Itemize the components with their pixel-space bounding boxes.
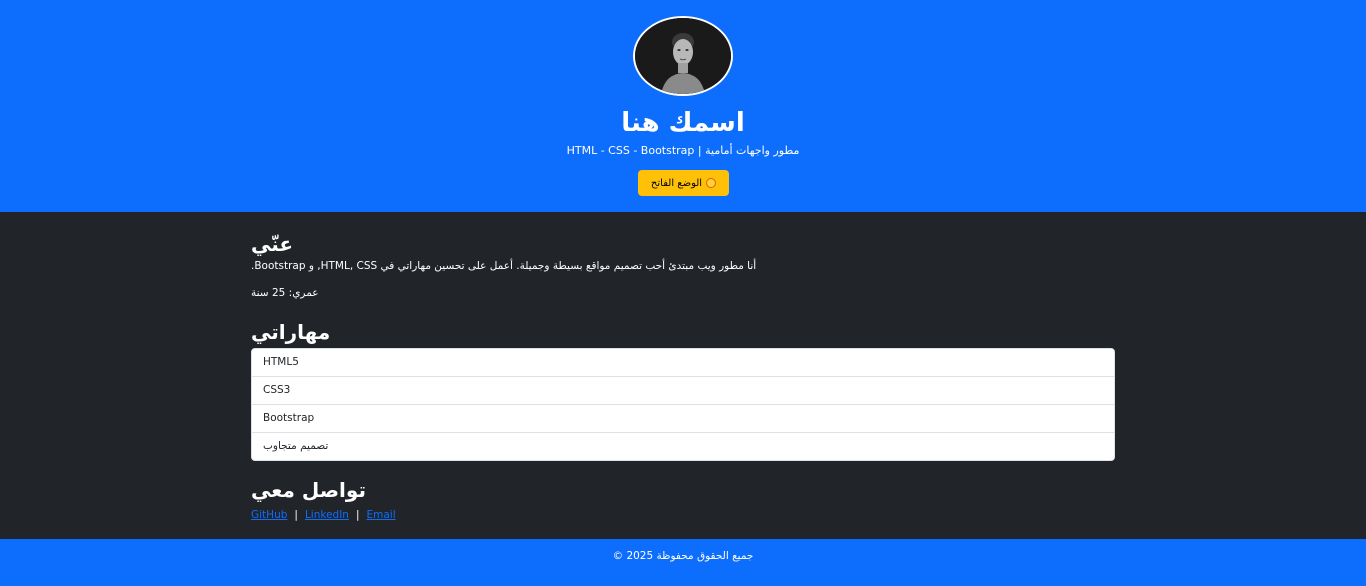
about-title: عنّي [251,232,294,256]
footer-text: جميع الحقوق محفوظة 2025 © [612,550,754,562]
profile-subtitle: مطور واجهات أمامية | HTML - CSS - Bootst… [566,144,800,157]
about-text: أنا مطور ويب مبتدئ أحب تصميم مواقع بسيطة… [251,260,757,272]
skills-list: HTML5 CSS3 Bootstrap تصميم متجاوب [251,348,1115,461]
page-footer: جميع الحقوق محفوظة 2025 © [0,539,1366,586]
skill-item: HTML5 [252,349,1114,377]
linkedin-link[interactable]: LinkedIn [305,509,349,521]
main-content: عنّي أنا مطور ويب مبتدئ أحب تصميم مواقع … [0,212,1366,539]
skill-item: Bootstrap [252,405,1114,433]
contact-links: GitHub | LinkedIn | Email [251,508,396,522]
skill-item: تصميم متجاوب [263,440,329,452]
profile-header: اسمك هنا مطور واجهات أمامية | HTML - CSS… [0,0,1366,212]
theme-toggle-button[interactable]: الوضع الفاتح [638,170,729,196]
contact-title: تواصل معي [251,478,366,502]
email-link[interactable]: Email [367,509,396,521]
link-separator: | [294,509,298,521]
skill-item: CSS3 [252,377,1114,405]
profile-avatar [633,16,733,96]
age-text: عمري: 25 سنة [251,287,319,299]
theme-toggle-label: الوضع الفاتح [650,177,703,189]
sun-icon [706,178,717,188]
profile-name: اسمك هنا [621,108,745,138]
skills-title: مهاراتي [251,320,331,344]
link-separator: | [355,509,360,521]
github-link[interactable]: GitHub [251,509,287,521]
